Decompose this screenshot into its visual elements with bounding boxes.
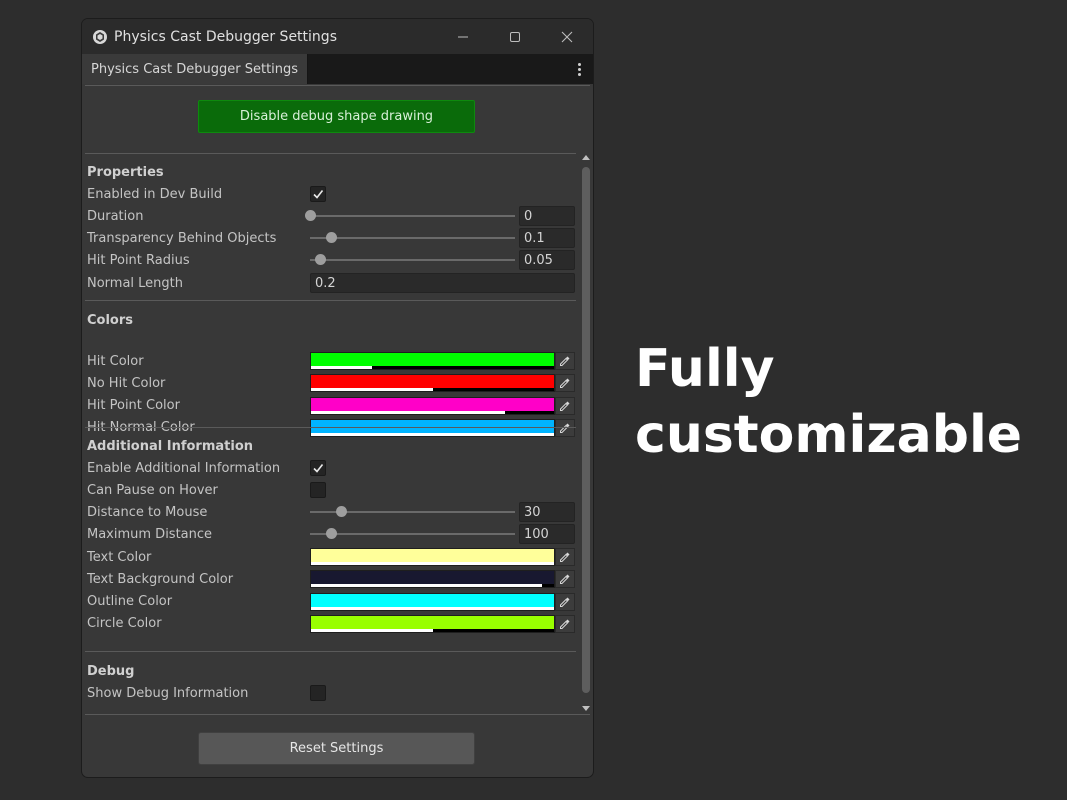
show-debug-info-label: Show Debug Information xyxy=(87,685,249,701)
info-color-label-2: Outline Color xyxy=(87,594,173,610)
hit-point-radius-label: Hit Point Radius xyxy=(87,252,190,268)
color-label-1: No Hit Color xyxy=(87,375,166,391)
section-header-properties: Properties xyxy=(87,164,164,180)
maximum-distance-field[interactable]: 100 xyxy=(519,524,575,544)
promo-line-2: customizable xyxy=(635,405,1023,465)
normal-length-label: Normal Length xyxy=(87,275,184,291)
disable-debug-drawing-button[interactable]: Disable debug shape drawing xyxy=(198,100,475,133)
maximum-distance-slider[interactable] xyxy=(310,528,515,539)
divider xyxy=(85,714,590,715)
can-pause-on-hover-label: Can Pause on Hover xyxy=(87,482,218,498)
color-swatch-2[interactable] xyxy=(310,396,555,415)
distance-to-mouse-slider-thumb[interactable] xyxy=(335,506,347,517)
color-swatch-0[interactable] xyxy=(310,352,555,370)
hit-point-radius-slider[interactable] xyxy=(310,254,515,265)
scroll-down-icon[interactable] xyxy=(582,706,590,711)
enabled-dev-build-label: Enabled in Dev Build xyxy=(87,186,223,202)
eyedropper-icon[interactable] xyxy=(555,548,575,566)
info-color-swatch-3[interactable] xyxy=(310,614,555,633)
divider xyxy=(85,153,576,154)
maximum-distance-label: Maximum Distance xyxy=(87,526,213,542)
section-header-additional-information: Additional Information xyxy=(87,438,254,454)
divider xyxy=(85,300,576,301)
transparency-slider-thumb[interactable] xyxy=(325,232,337,243)
can-pause-on-hover-checkbox[interactable] xyxy=(310,482,326,498)
divider xyxy=(85,427,576,428)
distance-to-mouse-label: Distance to Mouse xyxy=(87,504,208,520)
divider xyxy=(85,651,576,652)
distance-to-mouse-field[interactable]: 30 xyxy=(519,502,575,522)
duration-slider[interactable] xyxy=(305,210,515,221)
checkmark-icon xyxy=(313,464,324,473)
duration-slider-thumb[interactable] xyxy=(305,210,316,221)
scrollbar-thumb[interactable] xyxy=(582,167,590,693)
promo-text: Fully customizable xyxy=(635,336,1022,468)
divider xyxy=(85,85,590,86)
eyedropper-icon[interactable] xyxy=(555,352,575,370)
duration-field[interactable]: 0 xyxy=(519,206,575,226)
color-label-0: Hit Color xyxy=(87,353,144,369)
hit-point-radius-slider-thumb[interactable] xyxy=(315,254,327,265)
eyedropper-icon[interactable] xyxy=(555,614,575,633)
info-color-label-3: Circle Color xyxy=(87,616,162,632)
maximum-distance-slider-thumb[interactable] xyxy=(325,528,337,539)
show-debug-info-checkbox[interactable] xyxy=(310,685,326,701)
section-header-debug: Debug xyxy=(87,663,135,679)
enable-additional-info-checkbox[interactable] xyxy=(310,460,326,476)
vertical-scrollbar[interactable] xyxy=(579,153,593,713)
eyedropper-icon[interactable] xyxy=(555,396,575,415)
transparency-slider[interactable] xyxy=(310,232,515,243)
transparency-field[interactable]: 0.1 xyxy=(519,228,575,248)
enabled-dev-build-checkbox[interactable] xyxy=(310,186,326,202)
eyedropper-icon[interactable] xyxy=(555,592,575,611)
reset-settings-button[interactable]: Reset Settings xyxy=(198,732,475,765)
section-header-colors: Colors xyxy=(87,312,134,328)
info-color-swatch-1[interactable] xyxy=(310,570,555,589)
info-color-label-0: Text Color xyxy=(87,549,152,565)
info-color-label-1: Text Background Color xyxy=(87,571,234,587)
settings-window: Physics Cast Debugger Settings Physics C… xyxy=(81,18,594,778)
info-color-swatch-0[interactable] xyxy=(310,548,555,566)
eyedropper-icon[interactable] xyxy=(555,570,575,589)
hit-point-radius-field[interactable]: 0.05 xyxy=(519,250,575,270)
distance-to-mouse-slider[interactable] xyxy=(310,506,515,517)
scroll-up-icon[interactable] xyxy=(582,155,590,160)
transparency-label: Transparency Behind Objects xyxy=(87,230,277,246)
eyedropper-icon[interactable] xyxy=(555,374,575,393)
normal-length-field[interactable]: 0.2 xyxy=(310,273,575,293)
color-swatch-1[interactable] xyxy=(310,374,555,393)
enable-additional-info-label: Enable Additional Information xyxy=(87,460,281,476)
info-color-swatch-2[interactable] xyxy=(310,592,555,611)
color-label-2: Hit Point Color xyxy=(87,398,180,414)
duration-label: Duration xyxy=(87,208,144,224)
checkmark-icon xyxy=(313,190,324,199)
promo-line-1: Fully xyxy=(635,339,775,399)
